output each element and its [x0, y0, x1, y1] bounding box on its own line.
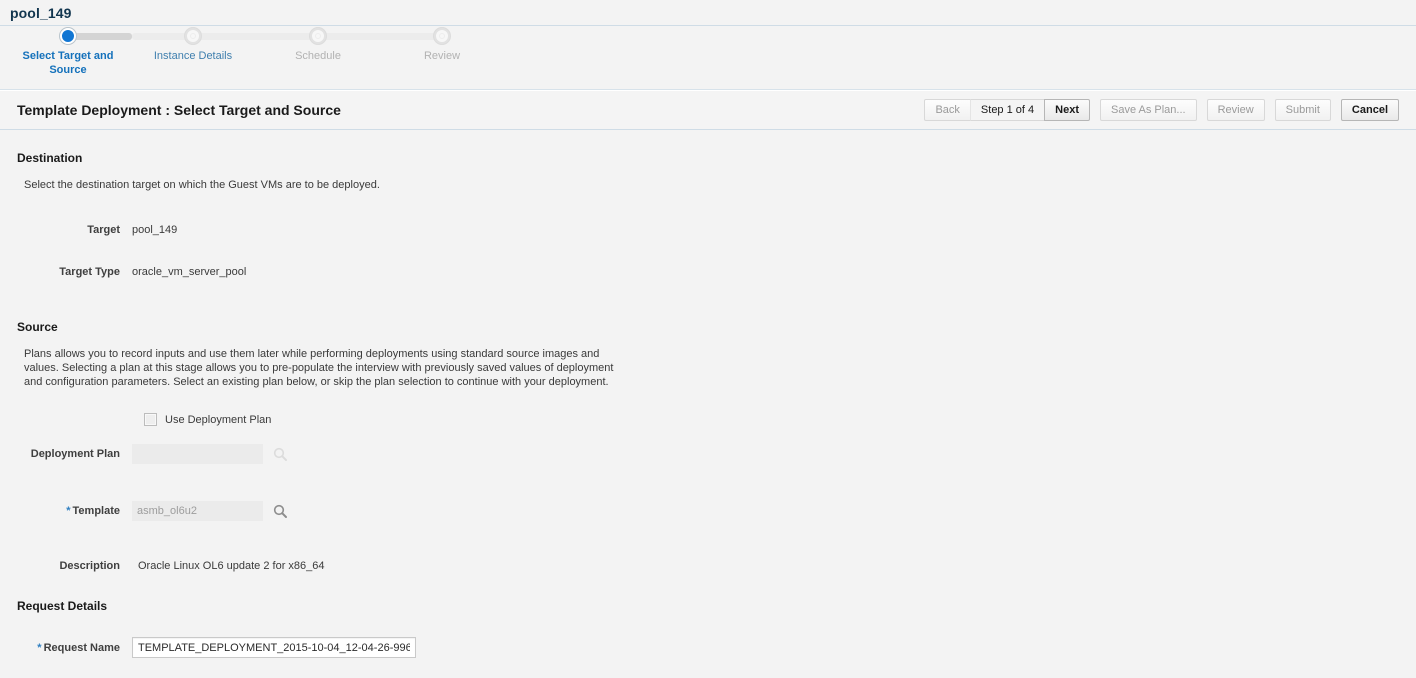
- wizard-content: Destination Select the destination targe…: [0, 151, 1416, 658]
- target-row: Target pool_149: [17, 224, 1399, 236]
- review-button[interactable]: Review: [1206, 99, 1265, 121]
- train-stop-dot-icon: [434, 28, 450, 44]
- template-input[interactable]: [132, 501, 263, 521]
- target-type-row: Target Type oracle_vm_server_pool: [17, 266, 1399, 278]
- train-stop-marker-wrap: [382, 26, 502, 47]
- request-name-label: * Request Name: [17, 642, 132, 654]
- deployment-plan-label: Deployment Plan: [30, 448, 120, 460]
- wizard-toolbar: Template Deployment : Select Target and …: [0, 90, 1416, 130]
- deployment-plan-search-icon[interactable]: [273, 447, 288, 462]
- wizard-page-heading: Template Deployment : Select Target and …: [17, 102, 341, 118]
- request-details-section-heading: Request Details: [17, 599, 108, 613]
- train-stop-label[interactable]: Instance Details: [133, 49, 253, 63]
- train-stop-review[interactable]: Review: [382, 26, 502, 63]
- deployment-plan-row: Deployment Plan: [17, 444, 1399, 464]
- use-deployment-plan-row[interactable]: Use Deployment Plan: [17, 413, 1399, 426]
- template-search-icon[interactable]: [273, 504, 288, 519]
- wizard-train: Select Target and Source Instance Detail…: [0, 26, 500, 90]
- target-type-value: oracle_vm_server_pool: [132, 266, 247, 278]
- deployment-plan-input[interactable]: [132, 444, 263, 464]
- train-stop-marker-wrap: [133, 26, 253, 47]
- required-indicator: *: [37, 641, 42, 654]
- train-stop-dot-icon: [185, 28, 201, 44]
- train-stop-instance-details[interactable]: Instance Details: [133, 26, 253, 63]
- template-field: [132, 501, 288, 521]
- back-button[interactable]: Back: [924, 99, 971, 121]
- deployment-plan-field: [132, 444, 288, 464]
- train-stop-label[interactable]: Review: [382, 49, 502, 63]
- template-label-text: Template: [72, 505, 120, 517]
- wizard-action-buttons: Back Step 1 of 4 Next Save As Plan... Re…: [924, 99, 1399, 121]
- page-title: pool_149: [10, 4, 72, 21]
- step-indicator: Step 1 of 4: [969, 99, 1046, 121]
- train-stop-marker-wrap: [8, 26, 128, 47]
- wizard-train-region: Select Target and Source Instance Detail…: [0, 26, 1416, 90]
- source-section-heading: Source: [17, 320, 58, 334]
- target-label: Target: [87, 224, 120, 236]
- source-description: Plans allows you to record inputs and us…: [24, 348, 614, 388]
- page-title-bar: pool_149: [0, 0, 1416, 26]
- train-stop-dot-icon: [310, 28, 326, 44]
- description-row: Description Oracle Linux OL6 update 2 fo…: [17, 560, 1399, 572]
- required-indicator: *: [66, 505, 71, 517]
- description-value: Oracle Linux OL6 update 2 for x86_64: [138, 560, 325, 572]
- next-button[interactable]: Next: [1044, 99, 1090, 121]
- template-label: * Template: [17, 505, 132, 517]
- train-stop-marker-wrap: [258, 26, 378, 47]
- use-deployment-plan-checkbox[interactable]: [144, 413, 157, 426]
- request-name-row: * Request Name: [17, 637, 1399, 658]
- destination-section-heading: Destination: [17, 151, 83, 165]
- description-label: Description: [59, 560, 120, 572]
- request-name-input[interactable]: [132, 637, 416, 658]
- train-stop-label[interactable]: Schedule: [258, 49, 378, 63]
- target-type-label: Target Type: [59, 266, 120, 278]
- cancel-button[interactable]: Cancel: [1340, 99, 1399, 121]
- navigation-button-group: Back Step 1 of 4 Next: [924, 99, 1090, 121]
- destination-description: Select the destination target on which t…: [24, 179, 380, 191]
- train-stop-schedule[interactable]: Schedule: [258, 26, 378, 63]
- train-stop-select-target-and-source[interactable]: Select Target and Source: [8, 26, 128, 77]
- save-as-plan-button[interactable]: Save As Plan...: [1099, 99, 1197, 121]
- use-deployment-plan-label[interactable]: Use Deployment Plan: [165, 414, 271, 426]
- submit-button[interactable]: Submit: [1274, 99, 1331, 121]
- request-name-label-text: Request Name: [43, 641, 120, 654]
- template-row: * Template: [17, 501, 1399, 521]
- train-stop-label[interactable]: Select Target and Source: [8, 49, 128, 77]
- target-value: pool_149: [132, 224, 178, 236]
- train-stop-dot-active-icon: [60, 28, 76, 44]
